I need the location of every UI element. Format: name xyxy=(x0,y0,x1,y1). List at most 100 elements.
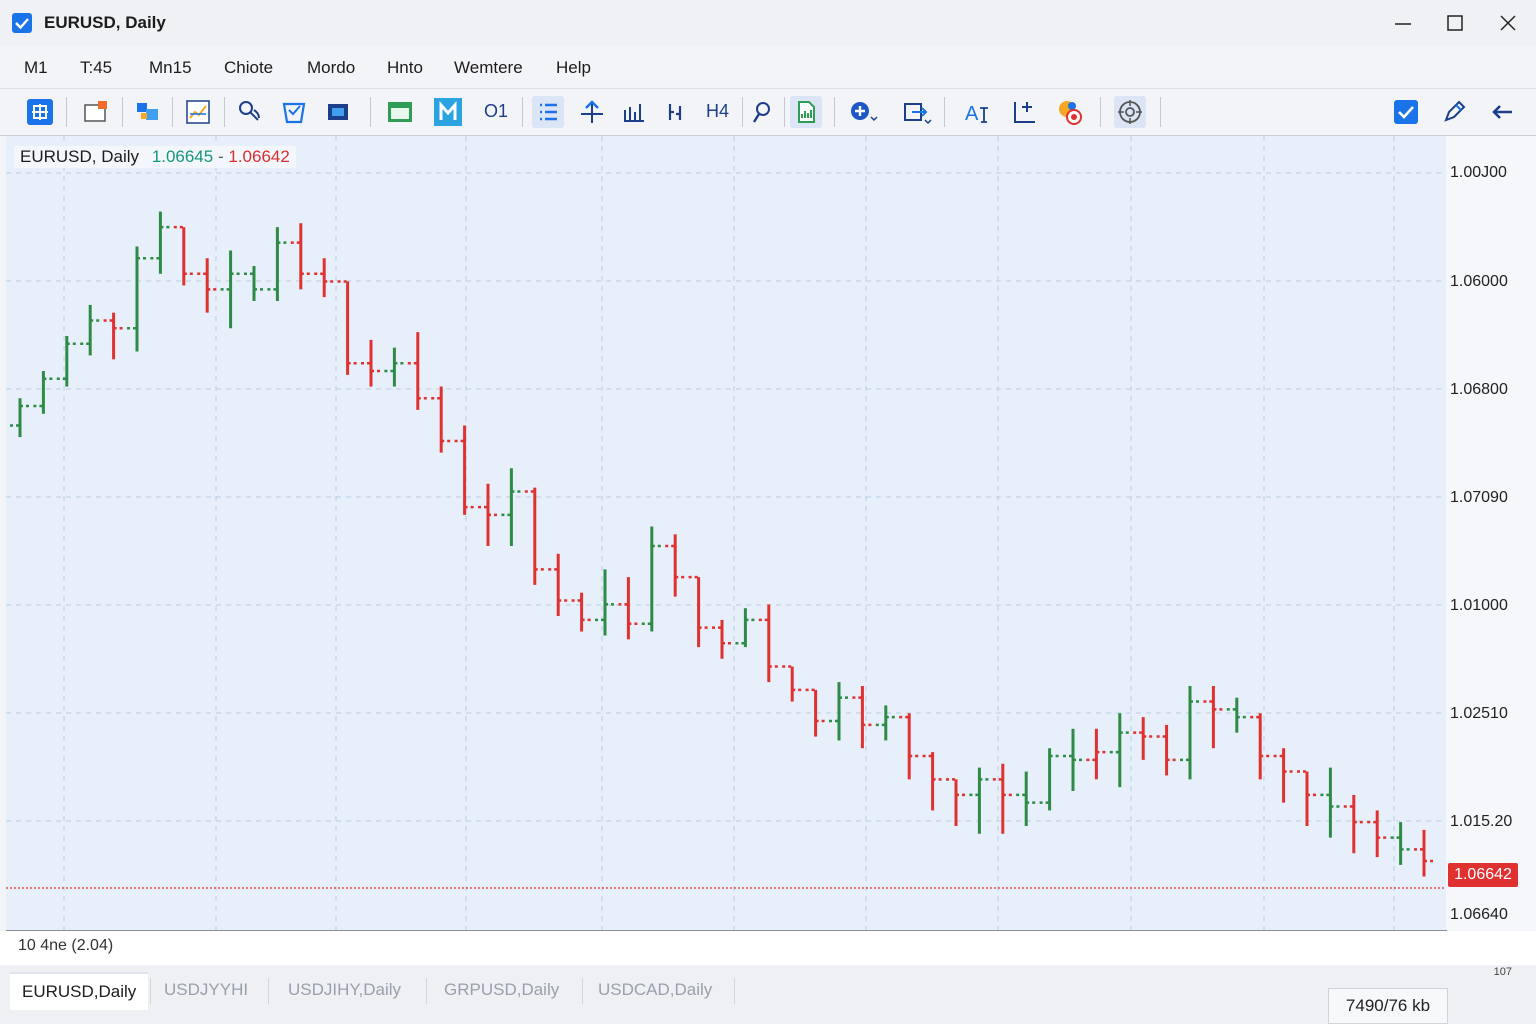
objects-icon[interactable] xyxy=(900,96,932,128)
toolbar-separator xyxy=(1100,97,1101,127)
back-arrow-icon[interactable] xyxy=(1486,96,1518,128)
signals-icon[interactable] xyxy=(234,96,266,128)
tab-separator xyxy=(734,978,735,1004)
toolbar-separator xyxy=(1160,97,1161,127)
candlestick-icon[interactable] xyxy=(432,96,464,128)
strategy-tester-icon[interactable] xyxy=(278,96,310,128)
period-separator-icon[interactable] xyxy=(660,96,692,128)
ohlc-bar xyxy=(969,767,990,834)
menu-bar: M1 T:45 Mn15 Chiote Mordo Hnto Wemtere H… xyxy=(0,46,1536,89)
menu-item-help[interactable]: Help xyxy=(556,58,591,78)
toolbar: O1 H4 A xyxy=(0,89,1536,136)
tab-usdcad-daily[interactable]: USDCAD,Daily xyxy=(586,972,724,1008)
ohlc-bar xyxy=(1016,771,1037,826)
h4-timeframe[interactable]: H4 xyxy=(706,101,729,122)
tab-usdjyyhi[interactable]: USDJYYHI xyxy=(152,972,260,1008)
crosshair-icon[interactable] xyxy=(576,96,608,128)
ohlc-bar xyxy=(548,553,569,616)
date-label: 10 4ne (2.04) xyxy=(18,937,114,954)
toolbar-separator xyxy=(522,97,523,127)
toolbar-separator xyxy=(370,97,371,127)
toolbar-separator xyxy=(834,97,835,127)
tab-separator xyxy=(150,978,151,1004)
autotrading-check-icon[interactable] xyxy=(1390,96,1422,128)
menu-item-chiote[interactable]: Chiote xyxy=(224,58,273,78)
cursor-icon[interactable] xyxy=(1008,96,1040,128)
price-scale[interactable]: 1.00J00 1.06000 1.06800 1.07090 1.01000 … xyxy=(1446,136,1536,930)
tab-eurusd-daily[interactable]: EURUSD,Daily xyxy=(10,972,149,1010)
market-watch-icon[interactable] xyxy=(132,96,164,128)
ohlc-bar xyxy=(1063,728,1083,791)
ohlc-bar xyxy=(127,246,147,352)
ohlc-bar xyxy=(1273,748,1294,803)
tab-grpusd-daily[interactable]: GRPUSD,Daily xyxy=(432,972,571,1008)
menu-item-hnto[interactable]: Hnto xyxy=(387,58,423,78)
price-label: 1.07090 xyxy=(1450,489,1508,506)
check-icon[interactable] xyxy=(12,13,32,33)
menu-item-m1[interactable]: M1 xyxy=(24,58,48,78)
ohlc-bar xyxy=(1133,717,1154,760)
ohlc-bar xyxy=(992,763,1013,834)
maximize-button[interactable] xyxy=(1442,10,1468,36)
ohlc-bar xyxy=(1180,686,1200,780)
ohlc-bar xyxy=(103,312,124,360)
bar-chart-icon[interactable] xyxy=(384,96,416,128)
color-icon[interactable] xyxy=(1054,96,1086,128)
target-icon[interactable] xyxy=(1114,96,1146,128)
terminal-icon[interactable] xyxy=(322,96,354,128)
ohlc-bar xyxy=(290,223,311,290)
close-button[interactable] xyxy=(1495,10,1521,36)
menu-item-wemtere[interactable]: Wemtere xyxy=(454,58,523,78)
chart-area[interactable] xyxy=(6,136,1447,931)
template-icon[interactable] xyxy=(790,96,822,128)
ohlc-bar xyxy=(173,225,194,286)
menu-item-mn15[interactable]: Mn15 xyxy=(149,58,192,78)
text-label-icon[interactable]: A xyxy=(962,96,994,128)
ohlc-bar xyxy=(1039,748,1060,811)
ohlc-bar xyxy=(1203,686,1224,749)
ohlc-bar xyxy=(1109,713,1130,788)
price-separator: - xyxy=(217,147,224,166)
zoom-icon[interactable] xyxy=(746,96,778,128)
ohlc-bar xyxy=(407,332,428,410)
price-label: 1.015.20 xyxy=(1450,813,1513,830)
ohlc-bar xyxy=(899,713,920,780)
toolbar-separator xyxy=(122,97,123,127)
add-indicator-icon[interactable] xyxy=(846,96,878,128)
ohlc-bar xyxy=(641,526,662,632)
tab-separator xyxy=(582,978,583,1004)
price-chart[interactable] xyxy=(6,136,1446,930)
ohlc-bar xyxy=(314,258,335,298)
new-chart-icon[interactable] xyxy=(24,96,56,128)
profiles-icon[interactable] xyxy=(80,96,112,128)
chart-header: EURUSD, Daily 1.06645 - 1.06642 xyxy=(14,146,296,168)
line-list-icon[interactable] xyxy=(532,96,564,128)
menu-item-mordo[interactable]: Mordo xyxy=(307,58,355,78)
bar-chart-small-icon[interactable] xyxy=(618,96,650,128)
ohlc-bar xyxy=(33,371,54,414)
minimize-button[interactable] xyxy=(1390,10,1416,36)
ohlc-bar xyxy=(922,752,943,811)
navigator-icon[interactable] xyxy=(182,96,214,128)
tab-usdjihy-daily[interactable]: USDJIHY,Daily xyxy=(276,972,413,1008)
ohlc-bar xyxy=(150,211,171,274)
pencil-icon[interactable] xyxy=(1438,96,1470,128)
ohlc-bar xyxy=(56,336,77,387)
small-count: 107 xyxy=(1493,966,1512,978)
date-bar: 10 4ne (2.04) xyxy=(0,931,1536,965)
ohlc-bar xyxy=(337,280,358,375)
ohlc-bar xyxy=(80,304,101,356)
o1-timeframe[interactable]: O1 xyxy=(484,101,508,122)
ohlc-bar xyxy=(10,398,30,438)
ohlc-bar xyxy=(361,339,381,387)
current-price-label: 1.06642 xyxy=(1448,863,1518,887)
ohlc-bar xyxy=(665,534,686,597)
price-label: 1.00J00 xyxy=(1450,164,1507,181)
menu-item-t45[interactable]: T:45 xyxy=(80,58,112,78)
ohlc-bar xyxy=(197,258,218,313)
ohlc-bar xyxy=(524,487,545,585)
svg-text:A: A xyxy=(965,103,979,125)
ohlc-bar xyxy=(595,569,615,636)
ohlc-bar xyxy=(454,425,475,515)
memory-status: 7490/76 kb xyxy=(1328,988,1448,1024)
